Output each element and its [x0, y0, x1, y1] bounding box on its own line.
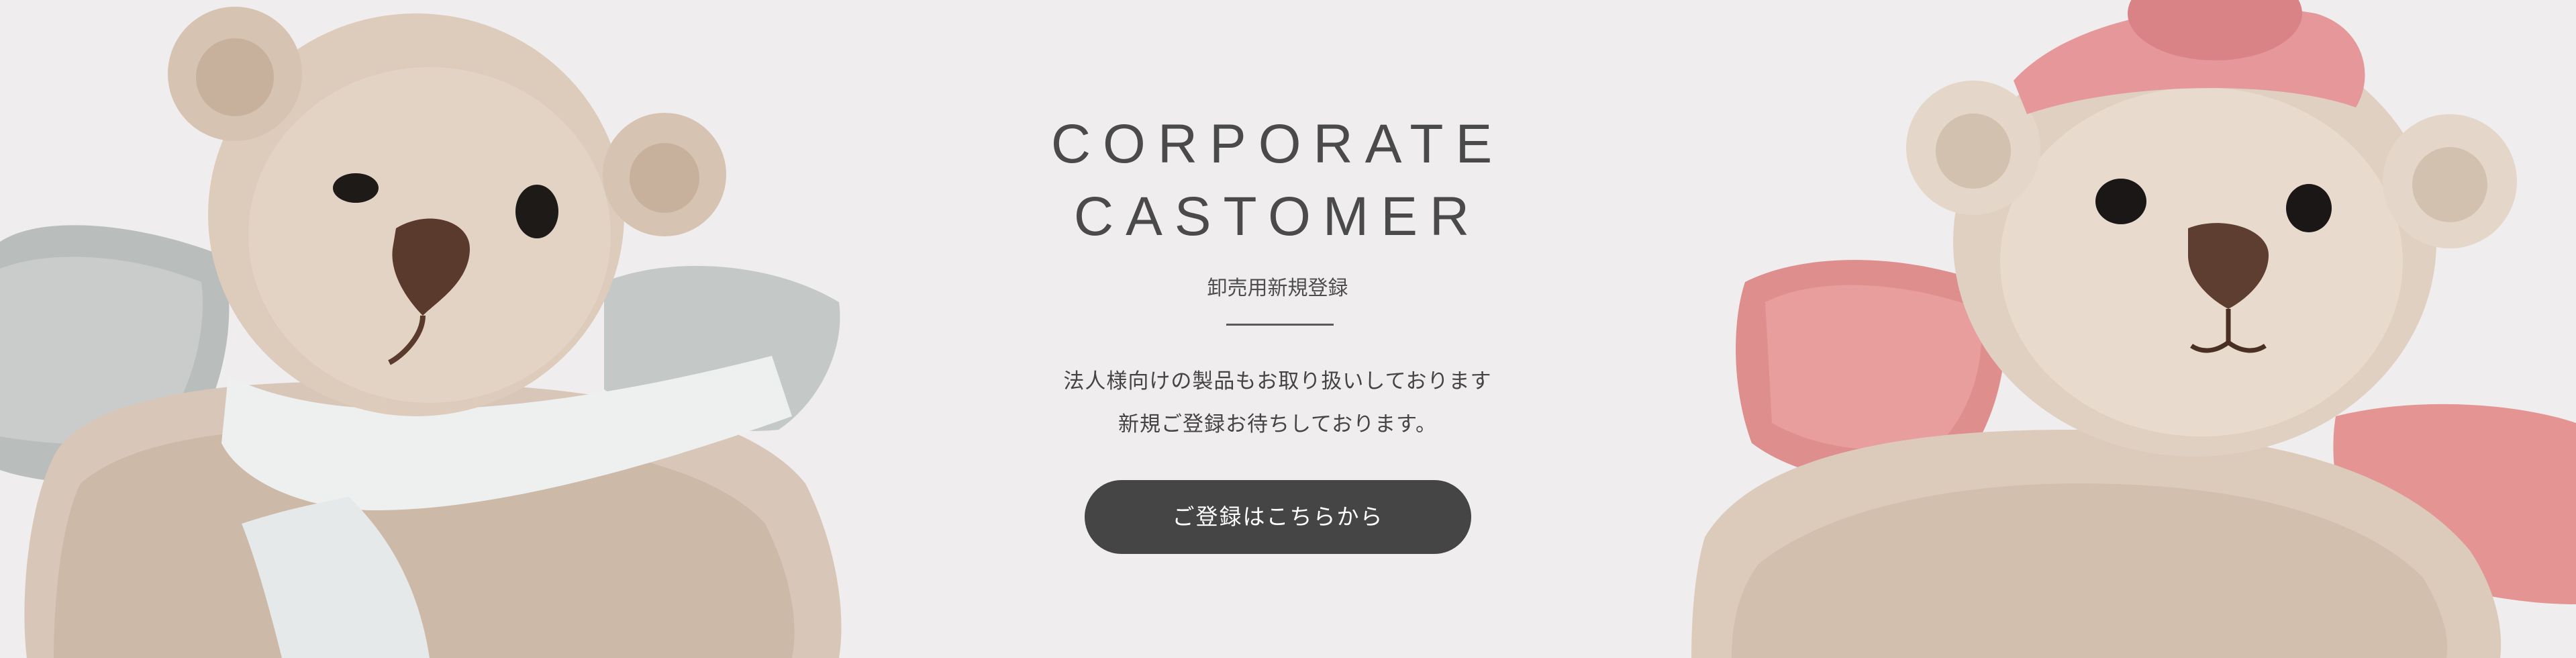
hero-subtitle: 卸売用新規登録: [1207, 277, 1348, 300]
hero-description-line2: 新規ご登録お待ちしております。: [1118, 412, 1438, 436]
hero-description-line1: 法人様向けの製品もお取り扱いしております: [1063, 369, 1492, 393]
divider: [1226, 324, 1334, 326]
teddy-bear-right-image: [1691, 0, 2576, 658]
hero-content: CORPORATE CASTOMER 卸売用新規登録 法人様向けの製品もお取り扱…: [1031, 0, 1524, 658]
hero-title-line1: CORPORATE: [1050, 113, 1505, 175]
register-button[interactable]: ご登録はこちらから: [1085, 480, 1471, 554]
corporate-customer-banner: CORPORATE CASTOMER 卸売用新規登録 法人様向けの製品もお取り扱…: [0, 0, 2576, 658]
hero-title-line2: CASTOMER: [1073, 186, 1482, 247]
teddy-bear-left-image: [0, 7, 842, 658]
